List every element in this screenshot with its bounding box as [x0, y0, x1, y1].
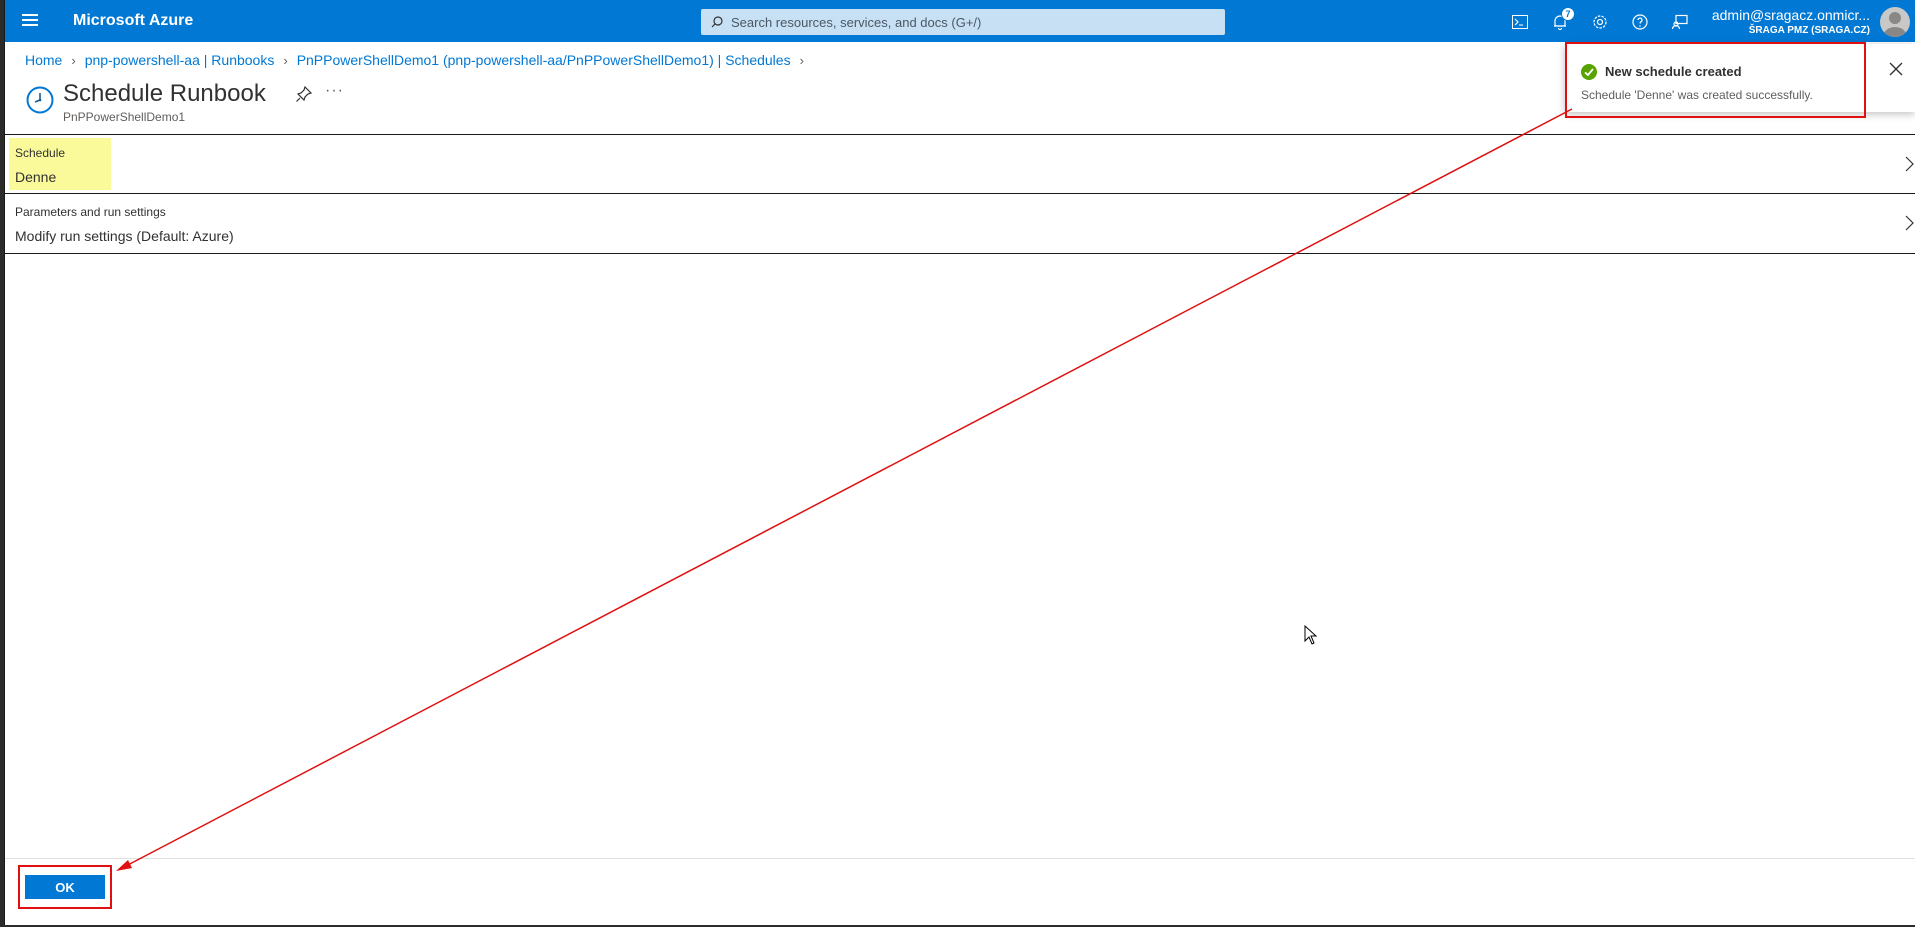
- schedule-row[interactable]: Schedule Denne: [5, 134, 1915, 194]
- cloud-shell-icon[interactable]: [1509, 11, 1531, 33]
- chevron-right-icon: ›: [283, 52, 288, 68]
- account-tenant: ŠRAGA PMZ (SRAGA.CZ): [1748, 25, 1870, 36]
- annotation-box-ok: [18, 865, 112, 909]
- breadcrumb-home[interactable]: Home: [25, 52, 62, 68]
- account-info[interactable]: admin@sragacz.onmicr... ŠRAGA PMZ (SRAGA…: [1712, 7, 1870, 37]
- page-title: Schedule Runbook: [63, 80, 266, 107]
- schedule-value: Denne: [15, 169, 57, 185]
- annotation-box-toast: [1565, 42, 1866, 118]
- top-bar: Microsoft Azure 7 admin@sragacz.onmicr..…: [5, 0, 1915, 42]
- parameters-label: Parameters and run settings: [15, 205, 166, 219]
- portal-frame: Microsoft Azure 7 admin@sragacz.onmicr..…: [4, 0, 1915, 925]
- notifications-icon[interactable]: 7: [1549, 7, 1575, 33]
- search-box[interactable]: [701, 9, 1225, 35]
- search-icon: [711, 16, 723, 28]
- breadcrumb-runbooks[interactable]: pnp-powershell-aa | Runbooks: [85, 52, 275, 68]
- settings-icon[interactable]: [1589, 11, 1611, 33]
- chevron-right-icon: [1905, 215, 1914, 231]
- breadcrumb: Home › pnp-powershell-aa | Runbooks › Pn…: [25, 52, 813, 68]
- footer-divider: [5, 858, 1915, 859]
- feedback-icon[interactable]: [1669, 11, 1691, 33]
- parameters-value: Modify run settings (Default: Azure): [15, 228, 234, 244]
- schedule-label: Schedule: [15, 146, 66, 160]
- chevron-right-icon: ›: [71, 52, 76, 68]
- help-icon[interactable]: [1629, 11, 1651, 33]
- search-input[interactable]: [731, 14, 1211, 30]
- breadcrumb-schedules[interactable]: PnPPowerShellDemo1 (pnp-powershell-aa/Pn…: [297, 52, 791, 68]
- brand-title[interactable]: Microsoft Azure: [73, 12, 193, 30]
- notification-count-badge: 7: [1561, 7, 1575, 21]
- page-subtitle: PnPPowerShellDemo1: [63, 110, 186, 124]
- close-icon[interactable]: [1889, 62, 1903, 76]
- schedule-clock-icon: [26, 86, 54, 114]
- avatar[interactable]: [1880, 7, 1910, 37]
- chevron-right-icon: [1905, 156, 1914, 172]
- menu-icon[interactable]: [22, 14, 38, 28]
- chevron-right-icon: ›: [799, 52, 804, 68]
- pin-icon[interactable]: [295, 85, 313, 103]
- more-options-icon[interactable]: ···: [325, 82, 344, 100]
- parameters-row[interactable]: Parameters and run settings Modify run s…: [5, 194, 1915, 254]
- mouse-cursor-icon: [1304, 625, 1318, 645]
- account-email: admin@sragacz.onmicr...: [1711, 7, 1870, 23]
